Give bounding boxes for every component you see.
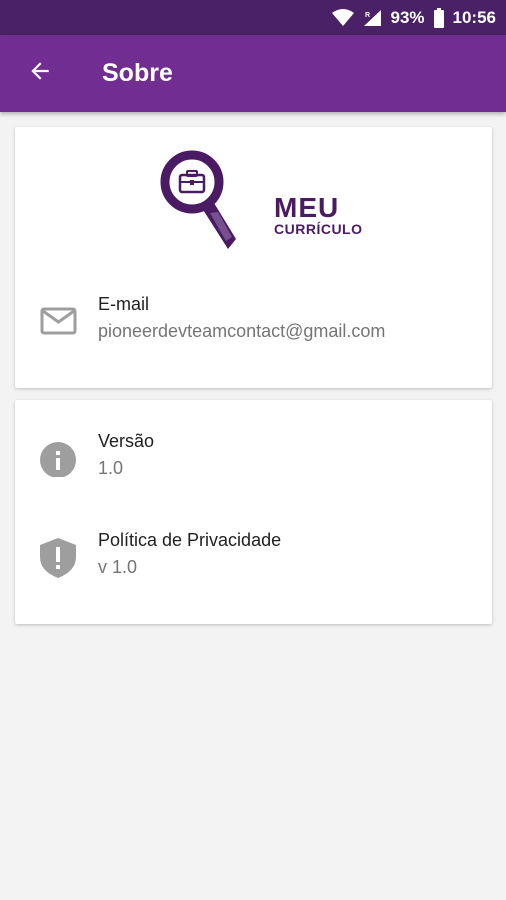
arrow-back-icon <box>27 58 53 89</box>
svg-text:R: R <box>365 12 370 19</box>
app-bar: Sobre <box>0 35 506 112</box>
app-logo: MEU CURRÍCULO <box>158 145 362 255</box>
version-row: Versão 1.0 <box>15 431 492 491</box>
version-label: Versão <box>98 431 155 451</box>
status-bar: R 93% 10:56 <box>0 0 506 35</box>
info-card: Versão 1.0 Política de Privacidade v 1.0 <box>15 400 492 624</box>
magnifier-logo-icon <box>160 150 236 249</box>
back-button[interactable] <box>8 42 72 106</box>
about-card: MEU CURRÍCULO E-mail pioneerdevteamconta… <box>15 127 492 388</box>
shield-alert-icon <box>39 536 79 578</box>
privacy-policy-label: Política de Privacidade <box>98 530 282 550</box>
email-row[interactable]: E-mail pioneerdevteamcontact@gmail.com <box>15 294 492 354</box>
privacy-policy-version: v 1.0 <box>98 557 138 577</box>
logo-line-1: MEU <box>274 192 340 223</box>
privacy-policy-row[interactable]: Política de Privacidade v 1.0 <box>15 530 492 590</box>
cell-signal-icon: R <box>362 9 382 27</box>
info-icon <box>39 437 79 478</box>
wifi-icon <box>332 8 355 27</box>
battery-percent: 93% <box>390 7 425 27</box>
clock: 10:56 <box>452 7 496 27</box>
logo-line-2: CURRÍCULO <box>274 221 363 237</box>
email-value[interactable]: pioneerdevteamcontact@gmail.com <box>98 321 385 342</box>
page-title: Sobre <box>102 59 173 87</box>
mail-icon <box>39 300 79 340</box>
email-label: E-mail <box>98 294 150 314</box>
battery-icon <box>433 7 445 28</box>
version-value: 1.0 <box>98 458 124 478</box>
logo-wordmark: MEU CURRÍCULO <box>274 192 363 238</box>
